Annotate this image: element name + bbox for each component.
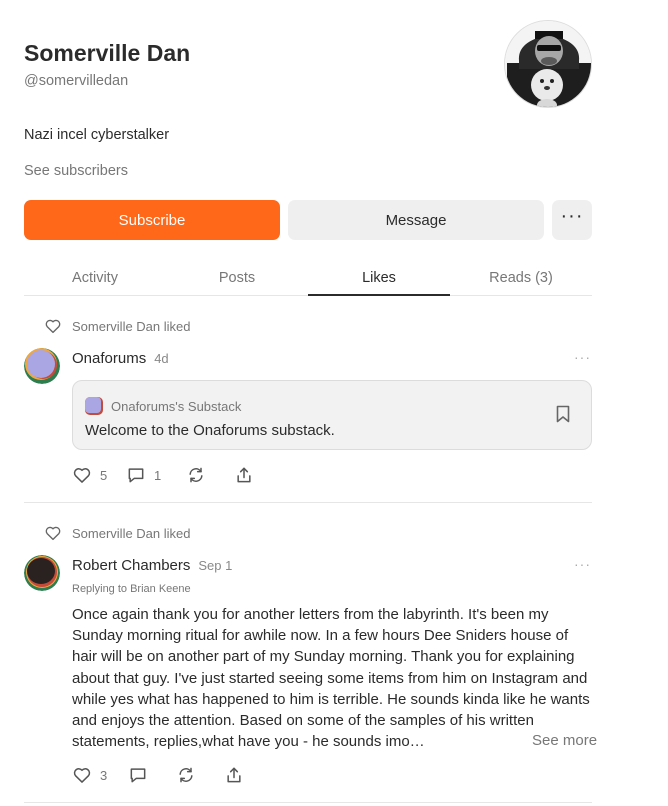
profile-tabs: Activity Posts Likes Reads (3) xyxy=(24,260,592,296)
see-subscribers-link[interactable]: See subscribers xyxy=(24,163,128,179)
share-button[interactable] xyxy=(234,465,254,485)
restack-button[interactable] xyxy=(176,765,224,785)
quoted-post-title: Welcome to the Onaforums substack. xyxy=(85,422,335,439)
feed-divider xyxy=(24,502,592,503)
tab-likes[interactable]: Likes xyxy=(308,260,450,296)
share-button[interactable] xyxy=(224,765,244,785)
tab-reads[interactable]: Reads (3) xyxy=(450,260,592,295)
profile-name: Somerville Dan xyxy=(24,40,191,66)
see-more-link[interactable]: See more xyxy=(528,732,598,749)
share-icon xyxy=(237,467,251,483)
quoted-publication: Onaforums's Substack xyxy=(85,397,241,415)
like-button[interactable]: 3 xyxy=(72,765,128,785)
author-avatar[interactable] xyxy=(24,348,60,384)
comment-icon xyxy=(130,768,146,783)
post-more-button[interactable]: ··· xyxy=(574,556,591,572)
post-date: 4d xyxy=(154,351,169,366)
post-body: Once again thank you for another letters… xyxy=(72,606,590,751)
comment-count: 1 xyxy=(154,467,162,483)
share-icon xyxy=(227,767,241,783)
comment-button[interactable] xyxy=(128,765,176,785)
heart-icon xyxy=(73,768,91,783)
heart-icon xyxy=(45,319,61,334)
post-actions: 3 xyxy=(72,765,244,785)
liked-label: Somerville Dan liked xyxy=(72,318,191,334)
like-count: 3 xyxy=(100,767,108,783)
profile-avatar xyxy=(504,20,592,108)
post-more-button[interactable]: ··· xyxy=(574,349,591,365)
restack-icon xyxy=(179,767,193,783)
restack-button[interactable] xyxy=(186,465,234,485)
heart-icon xyxy=(73,468,91,483)
quoted-post-card[interactable]: Onaforums's Substack Welcome to the Onaf… xyxy=(72,380,592,450)
profile-handle: @somervilledan xyxy=(24,73,129,89)
comment-icon xyxy=(128,468,144,483)
heart-icon xyxy=(45,526,61,541)
liked-indicator: Somerville Dan liked xyxy=(44,317,191,335)
ellipsis-icon: ··· xyxy=(574,349,591,365)
publication-logo xyxy=(85,397,103,415)
post-actions: 5 1 xyxy=(72,465,254,485)
publication-name: Onaforums's Substack xyxy=(111,398,242,414)
author-name[interactable]: Robert Chambers xyxy=(72,557,190,574)
replying-to-label[interactable]: Replying to Brian Keene xyxy=(72,583,191,595)
bookmark-icon[interactable] xyxy=(555,405,571,423)
ellipsis-icon: ··· xyxy=(574,556,591,572)
profile-bio: Nazi incel cyberstalker xyxy=(24,127,170,143)
subscribe-button[interactable]: Subscribe xyxy=(24,200,280,240)
liked-label: Somerville Dan liked xyxy=(72,525,191,541)
restack-icon xyxy=(189,467,203,483)
feed-divider xyxy=(24,802,592,803)
message-button[interactable]: Message xyxy=(288,200,544,240)
tab-activity[interactable]: Activity xyxy=(24,260,166,295)
post-author[interactable]: Robert Chambers Sep 1 xyxy=(72,557,232,574)
author-avatar[interactable] xyxy=(24,555,60,591)
like-button[interactable]: 5 xyxy=(72,465,126,485)
like-count: 5 xyxy=(100,467,108,483)
liked-indicator: Somerville Dan liked xyxy=(44,524,191,542)
ellipsis-icon: ··· xyxy=(560,204,584,227)
tab-posts[interactable]: Posts xyxy=(166,260,308,295)
author-name[interactable]: Onaforums xyxy=(72,350,146,367)
post-date: Sep 1 xyxy=(198,558,233,573)
comment-button[interactable]: 1 xyxy=(126,465,186,485)
more-options-button[interactable]: ··· xyxy=(552,200,592,240)
post-author[interactable]: Onaforums 4d xyxy=(72,350,169,367)
